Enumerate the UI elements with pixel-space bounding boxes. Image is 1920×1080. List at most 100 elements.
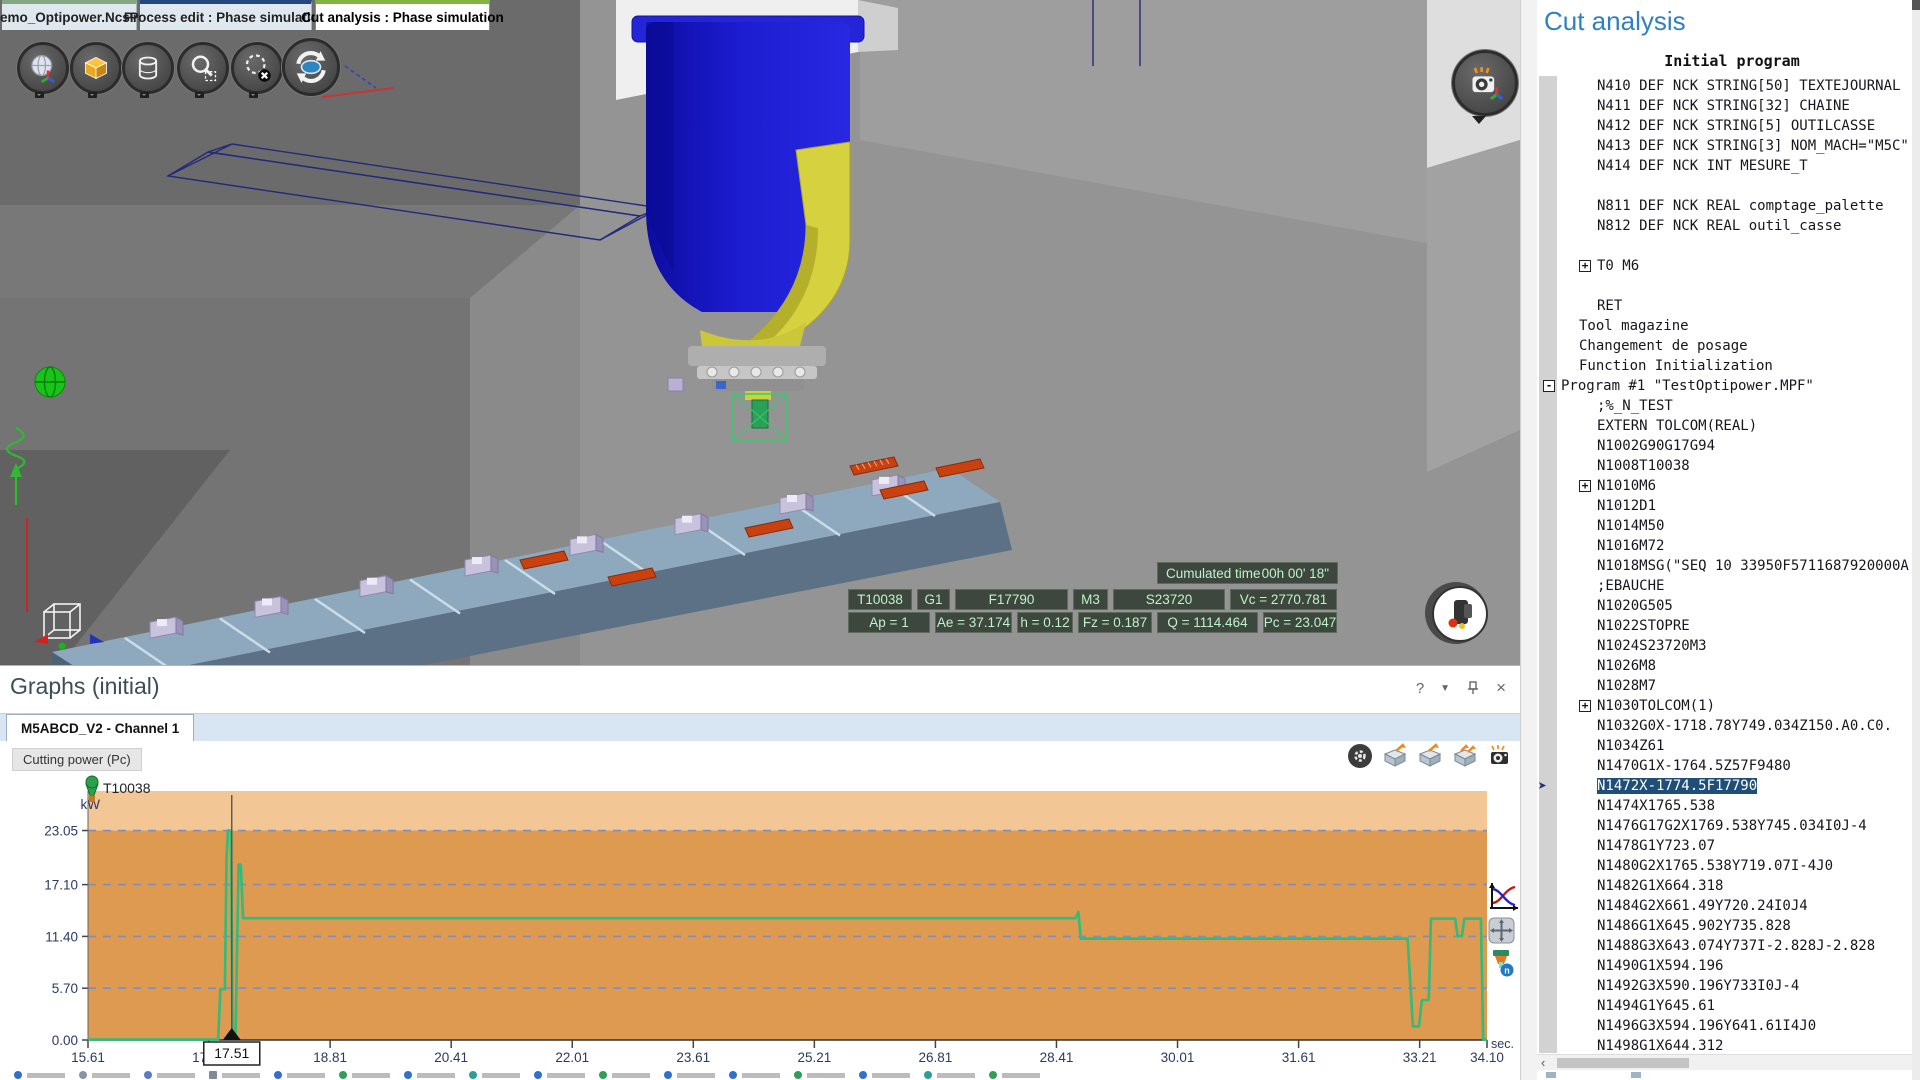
panel-splitter[interactable]: [1520, 0, 1538, 1080]
code-line[interactable]: N1012D1: [1537, 496, 1920, 516]
stock-view-button[interactable]: [122, 42, 174, 94]
expand-icon[interactable]: +: [1579, 700, 1591, 712]
timeline-marker[interactable]: [924, 1071, 975, 1079]
code-line[interactable]: +N1010M6: [1537, 476, 1920, 496]
solid-view-button[interactable]: [70, 42, 122, 94]
timeline-marker[interactable]: [534, 1071, 585, 1079]
code-line[interactable]: N1034Z61: [1537, 736, 1920, 756]
code-line[interactable]: ➤N1472X-1774.5F17790: [1537, 776, 1920, 796]
code-line[interactable]: N812 DEF NCK REAL outil_casse: [1537, 216, 1920, 236]
code-line[interactable]: +N1030TOLCOM(1): [1537, 696, 1920, 716]
timeline-marker[interactable]: [989, 1071, 1040, 1079]
code-line[interactable]: N1494G1Y645.61: [1537, 996, 1920, 1016]
timeline-marker[interactable]: [14, 1071, 65, 1079]
code-text: N1490G1X594.196: [1597, 958, 1723, 974]
tab-cut-analysis[interactable]: Cut analysis : Phase simulation: [315, 0, 490, 30]
code-line[interactable]: Tool magazine: [1537, 316, 1920, 336]
code-line[interactable]: N412 DEF NCK STRING[5] OUTILCASSE: [1537, 116, 1920, 136]
deselect-button[interactable]: [231, 42, 283, 94]
code-line[interactable]: +T0 M6: [1537, 256, 1920, 276]
code-line[interactable]: N1026M8: [1537, 656, 1920, 676]
timeline-marker[interactable]: [339, 1071, 390, 1079]
help-icon[interactable]: ?: [1416, 680, 1424, 697]
code-line[interactable]: [1537, 176, 1920, 196]
svg-text:23.61: 23.61: [676, 1050, 710, 1065]
timeline-marker[interactable]: [79, 1071, 130, 1079]
code-line[interactable]: N1498G1X644.312: [1537, 1036, 1920, 1053]
code-line[interactable]: N811 DEF NCK REAL comptage_palette: [1537, 196, 1920, 216]
simulation-viewport[interactable]: Context zoom ? ×: [0, 0, 1520, 665]
right-vscrollbar[interactable]: [1912, 0, 1920, 1080]
snapshot-button[interactable]: [1452, 50, 1518, 116]
scroll-left-icon[interactable]: ‹: [1541, 1055, 1545, 1071]
code-line[interactable]: N1490G1X594.196: [1537, 956, 1920, 976]
code-line[interactable]: N1486G1X645.902Y735.828: [1537, 916, 1920, 936]
code-line[interactable]: N1496G3X594.196Y641.61I4J0: [1537, 1016, 1920, 1036]
cutting-power-chart[interactable]: 0.005.7011.4017.1023.05kW15.6117.2118.81…: [0, 736, 1520, 1080]
code-line[interactable]: N1492G3X590.196Y733I0J-4: [1537, 976, 1920, 996]
tool-marker-icon[interactable]: n: [1488, 948, 1515, 978]
timeline-marker[interactable]: [794, 1071, 845, 1079]
snapshot-dropdown-icon[interactable]: [1472, 116, 1486, 131]
rotate-view-button[interactable]: [282, 38, 340, 96]
expand-icon[interactable]: +: [1579, 480, 1591, 492]
machine-status-button[interactable]: [1432, 586, 1488, 642]
expand-icon[interactable]: +: [1579, 260, 1591, 272]
code-line[interactable]: N1488G3X643.074Y737I-2.828J-2.828: [1537, 936, 1920, 956]
code-line[interactable]: N1474X1765.538: [1537, 796, 1920, 816]
code-line[interactable]: Changement de posage: [1537, 336, 1920, 356]
code-line[interactable]: Function Initialization: [1537, 356, 1920, 376]
timeline-marker[interactable]: [859, 1071, 910, 1079]
timeline-marker[interactable]: [469, 1071, 520, 1079]
zoom-tools-button[interactable]: [177, 42, 229, 94]
code-line[interactable]: N1476G17G2X1769.538Y745.034I0J-4: [1537, 816, 1920, 836]
code-line[interactable]: N410 DEF NCK STRING[50] TEXTEJOURNAL: [1537, 76, 1920, 96]
code-line[interactable]: -Program #1 "TestOptipower.MPF": [1537, 376, 1920, 396]
code-line[interactable]: N1028M7: [1537, 676, 1920, 696]
code-line[interactable]: N1024S23720M3: [1537, 636, 1920, 656]
code-line[interactable]: ;%_N_TEST: [1537, 396, 1920, 416]
code-hscrollbar[interactable]: ‹: [1537, 1054, 1920, 1071]
code-line[interactable]: RET: [1537, 296, 1920, 316]
tab-project[interactable]: Demo_Optipower.NcsPrj: [2, 0, 137, 30]
code-line[interactable]: N1482G1X664.318: [1537, 876, 1920, 896]
code-line[interactable]: [1537, 276, 1920, 296]
code-line[interactable]: N1470G1X-1764.5Z57F9480: [1537, 756, 1920, 776]
timeline-marker[interactable]: [404, 1071, 455, 1079]
code-text: ;EBAUCHE: [1597, 578, 1664, 594]
code-line[interactable]: [1537, 236, 1920, 256]
hscroll-thumb[interactable]: [1557, 1058, 1689, 1068]
timeline-marker[interactable]: [274, 1071, 325, 1079]
chevron-down-icon[interactable]: ▼: [1440, 683, 1450, 694]
curves-compare-icon[interactable]: [1488, 881, 1520, 913]
view-modes-button[interactable]: [17, 42, 69, 94]
code-line[interactable]: N413 DEF NCK STRING[3] NOM_MACH="M5C": [1537, 136, 1920, 156]
timeline-marker[interactable]: [209, 1071, 260, 1079]
code-line[interactable]: N411 DEF NCK STRING[32] CHAINE: [1537, 96, 1920, 116]
code-line[interactable]: N1484G2X661.49Y720.24I0J4: [1537, 896, 1920, 916]
timeline-marker[interactable]: [599, 1071, 650, 1079]
code-line[interactable]: N1478G1Y723.07: [1537, 836, 1920, 856]
code-line[interactable]: N1014M50: [1537, 516, 1920, 536]
gcode-listing[interactable]: N410 DEF NCK STRING[50] TEXTEJOURNALN411…: [1537, 76, 1920, 1053]
close-icon[interactable]: ×: [1496, 678, 1506, 698]
pan-icon[interactable]: [1488, 917, 1515, 944]
sequence-timeline-strip[interactable]: [0, 1071, 1520, 1080]
pin-icon[interactable]: [1466, 681, 1480, 695]
timeline-marker[interactable]: [729, 1071, 780, 1079]
code-line[interactable]: EXTERN TOLCOM(REAL): [1537, 416, 1920, 436]
tab-process-edit[interactable]: Process edit : Phase simulation: [140, 0, 312, 30]
timeline-marker[interactable]: [144, 1071, 195, 1079]
timeline-marker[interactable]: [664, 1071, 715, 1079]
code-line[interactable]: N1016M72: [1537, 536, 1920, 556]
code-line[interactable]: ;EBAUCHE: [1537, 576, 1920, 596]
code-line[interactable]: N1022STOPRE: [1537, 616, 1920, 636]
code-line[interactable]: N1480G2X1765.538Y719.07I-4J0: [1537, 856, 1920, 876]
code-line[interactable]: N1032G0X-1718.78Y749.034Z150.A0.C0.: [1537, 716, 1920, 736]
code-line[interactable]: N1020G505: [1537, 596, 1920, 616]
code-line[interactable]: N414 DEF NCK INT MESURE_T: [1537, 156, 1920, 176]
code-line[interactable]: N1008T10038: [1537, 456, 1920, 476]
collapse-icon[interactable]: -: [1543, 380, 1555, 392]
code-line[interactable]: N1002G90G17G94: [1537, 436, 1920, 456]
code-line[interactable]: N1018MSG("SEQ 10 33950F5711687920000A: [1537, 556, 1920, 576]
